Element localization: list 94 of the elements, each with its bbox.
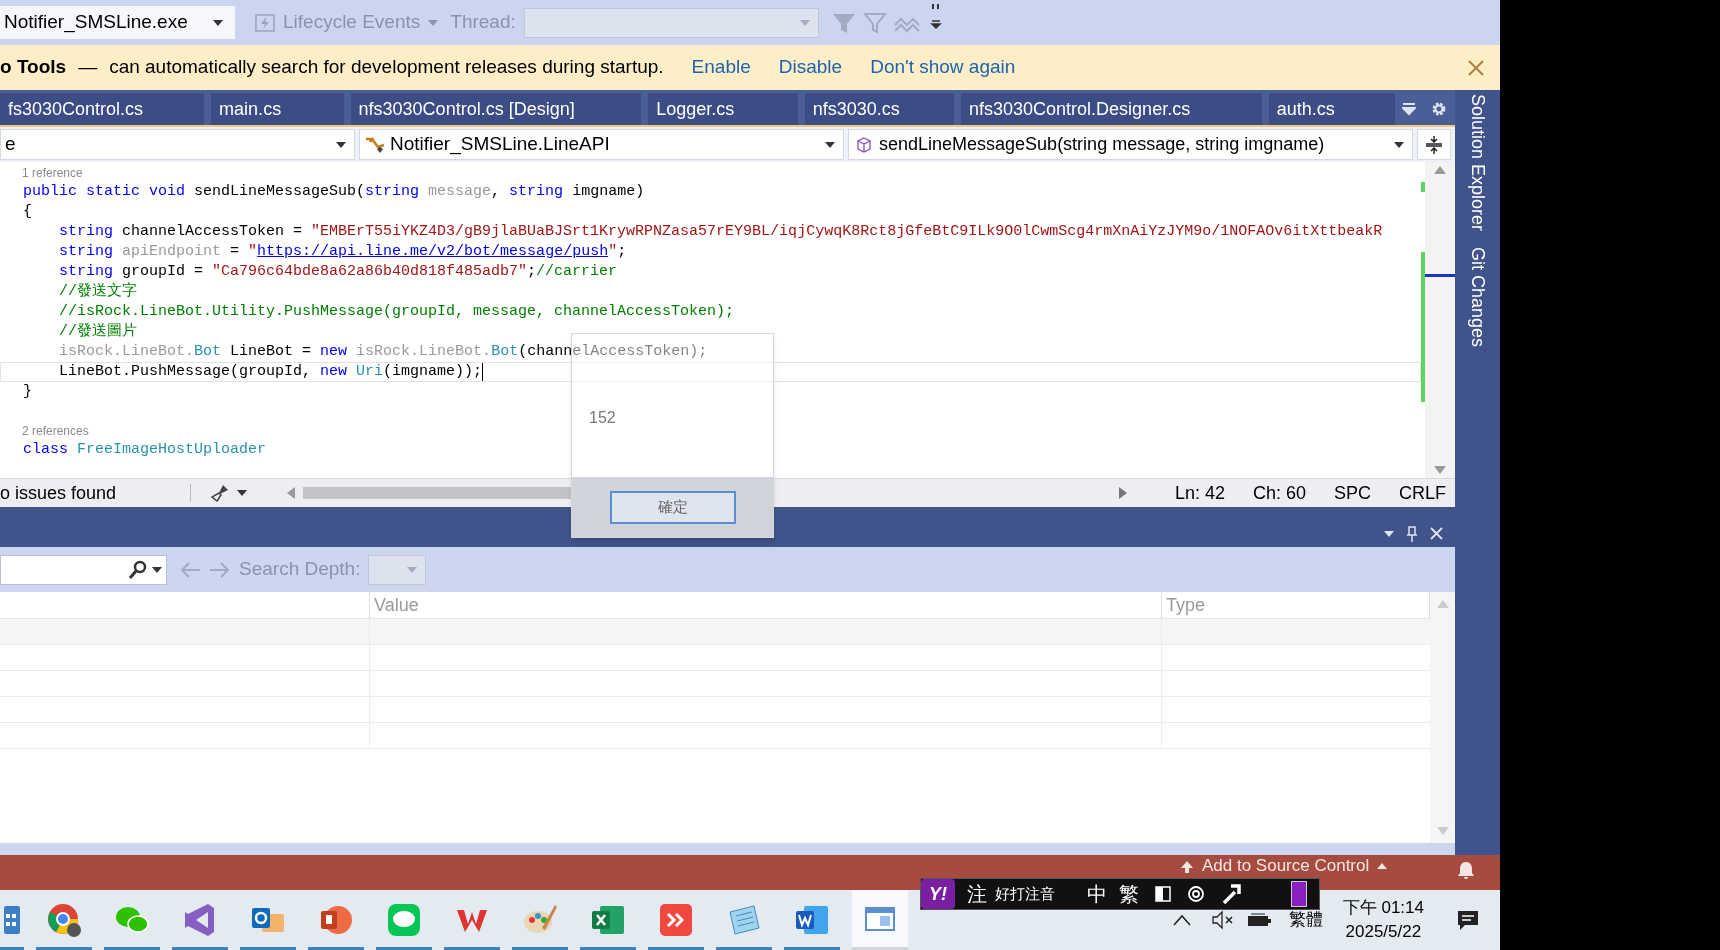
file-tab[interactable]: nfs3030.cs: [804, 93, 954, 125]
speaker-muted-icon[interactable]: [1210, 910, 1235, 930]
code-line: isRock.LineBot.Bot LineBot = new isRock.LineBot.Bot(channelAccessToken);: [59, 341, 708, 362]
split-button[interactable]: [1417, 129, 1451, 160]
speech-bubble-icon[interactable]: [386, 902, 422, 938]
code-line: string groupId = "Ca796c64bde8a62a86b40d818f485adb7";//carrier: [59, 261, 618, 282]
codelens-text[interactable]: 2 references: [22, 422, 89, 440]
code-line: public static void sendLineMessageSub(string message, string imgname): [23, 181, 645, 202]
caret-icon: [213, 19, 223, 26]
brush-icon[interactable]: [211, 484, 229, 502]
file-tab[interactable]: nfs3030Control.Designer.cs: [961, 93, 1262, 125]
input-language-text[interactable]: 繁體: [1288, 907, 1323, 933]
ime-item[interactable]: 好打注音: [995, 882, 1055, 906]
clock-time[interactable]: 下午 01:14: [1342, 896, 1424, 920]
code-line: }: [23, 381, 32, 402]
pin-icon[interactable]: [1406, 525, 1418, 542]
project-dropdown[interactable]: e: [0, 129, 355, 160]
battery-icon[interactable]: [1246, 911, 1273, 929]
cube-icon: [857, 136, 871, 153]
settings-icon[interactable]: [1431, 101, 1447, 117]
browser-icon[interactable]: [46, 902, 82, 938]
notification-icon[interactable]: [1456, 909, 1480, 931]
code-line: string channelAccessToken = "EMBErT55iYKZ4D3/gB9jlaBUaBJSrt1KrywRPNZasa57rEY9BL/iqjCywqK8Rct8jGfeBtC9ILk9O0lCwmScg4rmXnAiYzJYM9o/1NOFAOv6itXttbeakR: [59, 221, 1383, 242]
process-dropdown[interactable]: Notifier_SMSLine.exe: [0, 6, 235, 39]
code-line: //發送圖片: [59, 321, 137, 342]
file-tab[interactable]: nfs3030Control.cs [Design]: [350, 93, 642, 125]
member-dropdown[interactable]: sendLineMessageSub(string message, string imgname): [848, 129, 1413, 160]
column-number-text[interactable]: Ch: 60: [1253, 479, 1307, 507]
arrows-icon[interactable]: [658, 902, 694, 938]
class-dropdown[interactable]: Notifier_SMSLine.LineAPI: [359, 129, 844, 160]
code-editor[interactable]: [0, 162, 1455, 478]
code-line: class FreeImageHostUploader: [23, 439, 267, 460]
caret-icon: [825, 141, 835, 148]
info-title: o Tools: [0, 55, 67, 80]
indent-mode-text[interactable]: SPC: [1334, 479, 1372, 507]
line-ending-text[interactable]: CRLF: [1399, 479, 1447, 507]
info-link[interactable]: Enable: [691, 53, 751, 82]
caret-icon: [336, 141, 346, 148]
line-number-text[interactable]: Ln: 42: [1175, 479, 1226, 507]
file-tab[interactable]: fs3030Control.cs: [0, 93, 205, 125]
ime-item[interactable]: 中: [1087, 879, 1107, 909]
side-tab[interactable]: Solution Explorer: [1464, 94, 1491, 232]
chevron-up-icon[interactable]: [1172, 914, 1191, 926]
caret-icon: [1377, 863, 1388, 869]
vertical-scrollbar[interactable]: [1425, 162, 1455, 478]
color-swatch[interactable]: [1291, 881, 1307, 907]
ime-item[interactable]: 注: [967, 879, 987, 909]
tab-list-icon[interactable]: [1402, 102, 1417, 116]
clock-date[interactable]: 2025/5/22: [1345, 920, 1422, 944]
search-icon: [128, 559, 148, 580]
thread-label: Thread:: [450, 10, 516, 35]
search-field[interactable]: [0, 554, 167, 585]
caret-icon: [1394, 141, 1404, 148]
text-cursor: [482, 363, 484, 381]
caret-icon: [407, 566, 418, 573]
caret-icon: [799, 19, 810, 26]
code-line: LineBot.PushMessage(groupId, new Uri(imgname));: [59, 361, 483, 382]
dialog-message: 152: [589, 408, 617, 428]
code-line: //發送文字: [59, 281, 137, 302]
info-link[interactable]: Disable: [778, 53, 843, 82]
dropdown-icon[interactable]: [1384, 530, 1394, 537]
ime-item[interactable]: 繁: [1119, 879, 1139, 909]
add-to-source-control-button[interactable]: Add to Source Control: [1202, 856, 1388, 876]
file-tab[interactable]: Logger.cs: [648, 93, 798, 125]
split-icon: [1425, 134, 1443, 155]
code-line: //isRock.LineBot.Utility.PushMessage(groupId, message, channelAccessToken);: [59, 301, 735, 322]
scroll-right-icon[interactable]: [1119, 487, 1127, 499]
issues-text[interactable]: o issues found: [0, 479, 190, 507]
scroll-down-icon[interactable]: [1434, 466, 1446, 474]
ime-logo[interactable]: Y!: [921, 879, 955, 909]
caret-icon: [428, 19, 439, 26]
side-tab[interactable]: Git Changes: [1464, 247, 1491, 348]
half-width-icon[interactable]: [1155, 885, 1171, 903]
info-link[interactable]: Don't show again: [870, 53, 1016, 82]
scroll-up-icon[interactable]: [1434, 166, 1446, 174]
scroll-position-marker: [1425, 274, 1455, 277]
file-tab[interactable]: auth.cs: [1268, 93, 1396, 125]
taskbar-app[interactable]: [852, 890, 908, 950]
info-message: can automatically search for development releases during startup.: [109, 55, 664, 80]
codelens-text[interactable]: 1 reference: [22, 164, 83, 182]
code-line: {: [23, 201, 32, 222]
code-line: string apiEndpoint = "https://api.line.me/v2/bot/message/push";: [59, 241, 627, 262]
notepad-icon[interactable]: [726, 902, 762, 938]
search-depth-label: Search Depth:: [239, 557, 361, 582]
file-tab[interactable]: main.cs: [211, 93, 344, 125]
at-sign-icon[interactable]: [1187, 884, 1205, 904]
ok-button[interactable]: 確定: [609, 490, 736, 524]
bell-icon[interactable]: [1456, 860, 1476, 880]
scroll-left-icon[interactable]: [287, 487, 295, 499]
close-icon[interactable]: [1468, 59, 1484, 76]
caret-icon: [237, 490, 247, 496]
up-arrow-icon[interactable]: [1180, 860, 1194, 874]
info-dash: —: [78, 55, 98, 80]
caret-icon: [152, 566, 162, 573]
